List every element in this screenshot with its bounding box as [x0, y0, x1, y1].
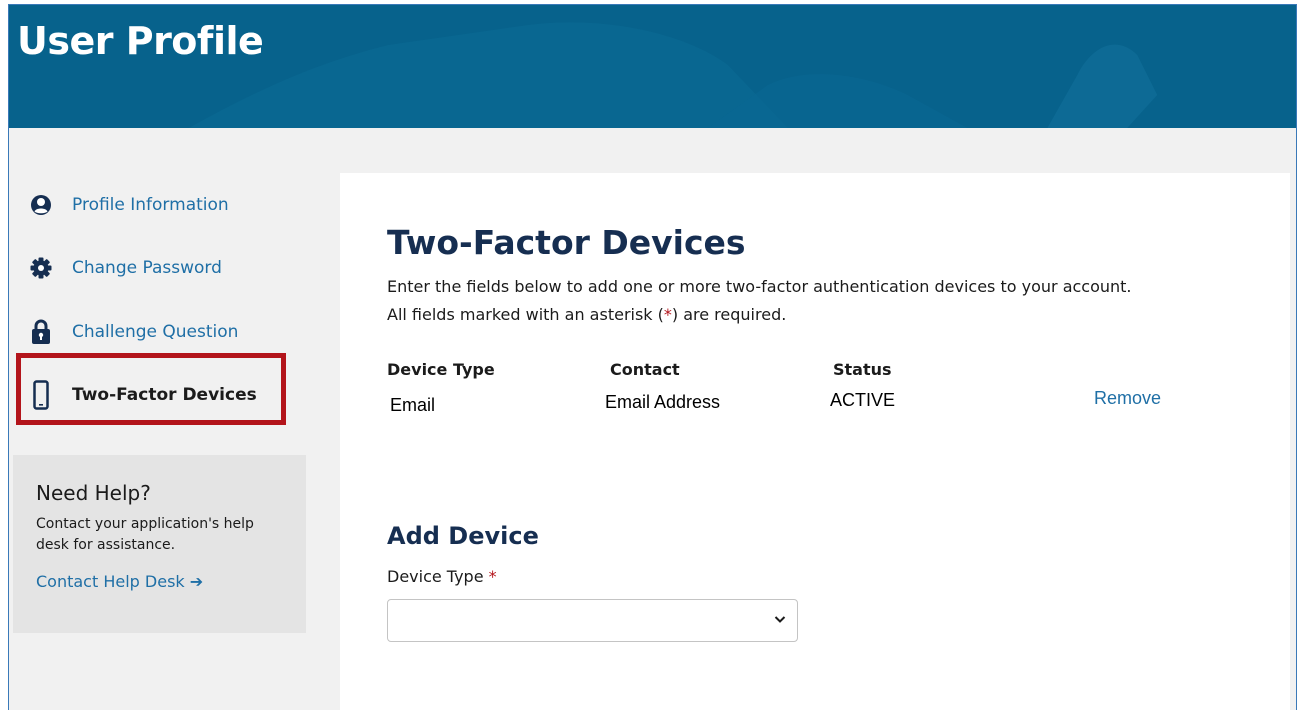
cell-contact: Email Address	[605, 392, 721, 412]
remove-device-button[interactable]: Remove	[1094, 388, 1161, 409]
active-item-highlight	[16, 353, 286, 425]
page-header: User Profile	[9, 5, 1296, 128]
device-type-label: Device Type *	[387, 567, 497, 586]
help-title: Need Help?	[36, 481, 151, 505]
sidebar-item-label: Challenge Question	[72, 322, 239, 342]
gear-icon	[29, 254, 53, 282]
required-asterisk: *	[663, 305, 672, 324]
contact-help-desk-link[interactable]: Contact Help Desk ➔	[36, 572, 203, 591]
cell-status: ACTIVE	[830, 390, 896, 410]
sidebar-item-challenge-question[interactable]: Challenge Question	[29, 312, 238, 352]
sidebar-nav: Profile Information Change Password Chal…	[9, 128, 339, 710]
column-header-contact: Contact	[610, 360, 680, 379]
intro-text: Enter the fields below to add one or mor…	[387, 273, 1132, 329]
intro-line-2: All fields marked with an asterisk (*) a…	[387, 305, 787, 324]
column-header-device-type: Device Type	[387, 360, 495, 379]
app-frame: User Profile Profile Information Change …	[8, 4, 1297, 710]
help-panel: Need Help? Contact your application's he…	[13, 455, 306, 633]
help-text: Contact your application's help desk for…	[36, 516, 254, 553]
main-content: Two-Factor Devices Enter the fields belo…	[340, 173, 1290, 710]
lock-icon	[29, 318, 53, 346]
chevron-down-icon	[774, 616, 786, 623]
user-circle-icon	[29, 191, 53, 219]
required-asterisk: *	[488, 567, 497, 586]
device-type-select[interactable]	[387, 599, 798, 642]
sidebar-item-profile-information[interactable]: Profile Information	[29, 185, 229, 225]
column-header-status: Status	[833, 360, 892, 379]
add-device-title: Add Device	[387, 522, 539, 550]
sidebar-item-change-password[interactable]: Change Password	[29, 248, 222, 288]
section-title: Two-Factor Devices	[387, 223, 746, 262]
cell-device-type: Email	[390, 395, 436, 415]
page-title: User Profile	[17, 19, 264, 63]
sidebar-item-label: Profile Information	[72, 195, 229, 215]
intro-line-1: Enter the fields below to add one or mor…	[387, 277, 1132, 296]
sidebar-item-label: Change Password	[72, 258, 222, 278]
